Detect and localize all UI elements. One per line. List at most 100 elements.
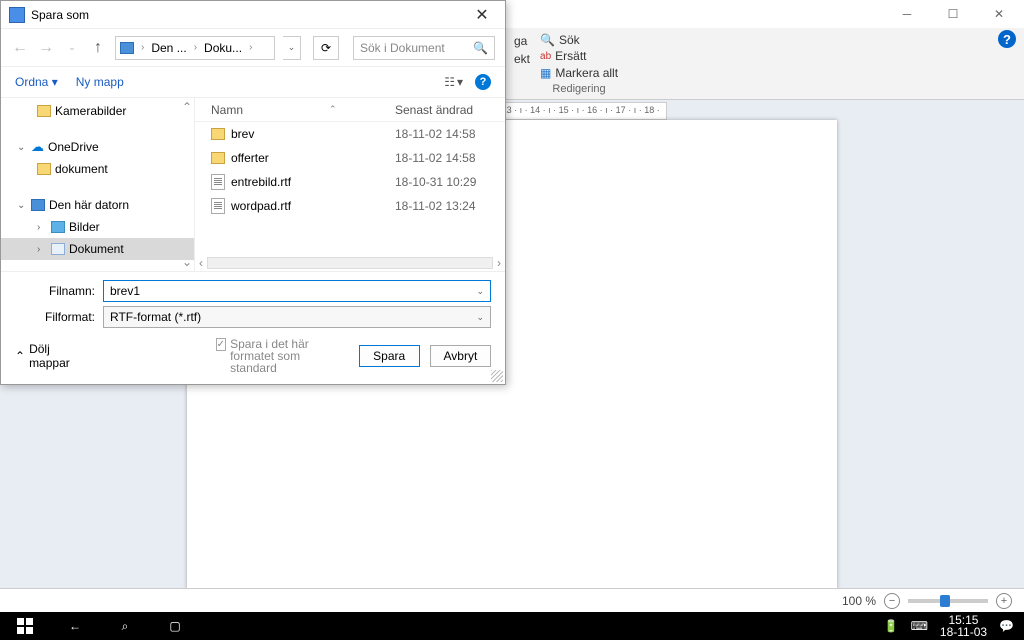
onedrive-icon: ☁	[31, 139, 44, 155]
zoom-in-button[interactable]: +	[996, 593, 1012, 609]
chevron-down-icon[interactable]: ⌄	[476, 312, 484, 323]
save-as-dialog: Spara som ✕ ← → ⌄ ↑ › Den ... › Doku... …	[0, 0, 506, 385]
zoom-out-button[interactable]: −	[884, 593, 900, 609]
cancel-button[interactable]: Avbryt	[430, 345, 491, 367]
select-all-icon: ▦	[540, 66, 551, 80]
search-input[interactable]: Sök i Dokument 🔍	[353, 36, 495, 60]
column-modified[interactable]: Senast ändrad	[395, 103, 505, 117]
taskbar[interactable]: ← ⌕ ▢ 🔋 ⌨ 15:15 18-11-03 💬	[0, 612, 1024, 640]
back-button[interactable]: ←	[50, 612, 100, 640]
ribbon-insert-partial: ga ekt	[514, 32, 530, 95]
horizontal-scrollbar[interactable]: ‹›	[195, 255, 505, 271]
view-icon: ☷	[444, 75, 455, 89]
tree-item-onedrive-dokument[interactable]: dokument	[1, 158, 194, 180]
tree-item-documents[interactable]: ›Dokument	[1, 238, 194, 260]
tree-item-onedrive[interactable]: ⌄☁OneDrive	[1, 136, 194, 158]
documents-icon	[51, 243, 65, 255]
organize-menu[interactable]: Ordna ▾	[15, 75, 58, 89]
keyboard-icon[interactable]: ⌨	[911, 619, 928, 633]
minimize-button[interactable]: ─	[884, 0, 930, 28]
help-icon[interactable]: ?	[998, 30, 1016, 48]
dialog-titlebar: Spara som ✕	[1, 1, 505, 29]
maximize-button[interactable]: ☐	[930, 0, 976, 28]
dialog-nav-bar: ← → ⌄ ↑ › Den ... › Doku... › ⌄ ⟳ Sök i …	[1, 29, 505, 67]
dialog-icon	[9, 7, 25, 23]
pc-icon	[31, 199, 45, 211]
search-placeholder: Sök i Dokument	[360, 41, 445, 55]
search-icon: 🔍	[473, 41, 488, 55]
chevron-down-icon[interactable]: ⌄	[476, 286, 484, 297]
dialog-footer: ⌃Dölj mappar ✓ Spara i det här formatet …	[1, 332, 505, 384]
address-history-dropdown[interactable]: ⌄	[283, 36, 301, 60]
search-icon: 🔍	[540, 33, 555, 47]
pc-icon	[120, 42, 134, 54]
file-row[interactable]: offerter 18-11-02 14:58	[195, 146, 505, 170]
select-all-button[interactable]: ▦Markera allt	[540, 65, 618, 81]
sort-indicator-icon: ⌃	[329, 104, 337, 115]
breadcrumb-seg-2[interactable]: Doku...	[204, 41, 242, 55]
tree-item-kamerabilder[interactable]: Kamerabilder	[1, 100, 194, 122]
folder-icon	[37, 105, 51, 117]
expand-icon[interactable]: ›	[37, 244, 47, 255]
status-bar: 100 % − +	[0, 588, 1024, 612]
new-folder-button[interactable]: Ny mapp	[76, 75, 124, 89]
chevron-right-icon: ›	[138, 42, 147, 53]
search-button[interactable]: ⌕	[100, 612, 150, 640]
dialog-close-button[interactable]: ✕	[467, 5, 497, 25]
default-format-checkbox[interactable]: ✓ Spara i det här formatet som standard	[216, 338, 339, 374]
breadcrumb-seg-1[interactable]: Den ...	[151, 41, 186, 55]
chevron-right-icon: ›	[246, 42, 255, 53]
refresh-icon: ⟳	[321, 41, 331, 55]
dialog-title: Spara som	[31, 8, 89, 22]
refresh-button[interactable]: ⟳	[313, 36, 339, 60]
view-mode-button[interactable]: ☷ ▾	[444, 75, 463, 89]
notifications-button[interactable]: 💬	[999, 619, 1014, 633]
file-row[interactable]: brev 18-11-02 14:58	[195, 122, 505, 146]
tree-item-pictures[interactable]: ›Bilder	[1, 216, 194, 238]
save-button[interactable]: Spara	[359, 345, 420, 367]
ribbon-group-label: Redigering	[540, 83, 618, 95]
taskbar-clock[interactable]: 15:15 18-11-03	[940, 614, 987, 638]
battery-icon[interactable]: 🔋	[884, 619, 899, 633]
find-button[interactable]: 🔍Sök	[540, 32, 618, 48]
file-list: Namn⌃ Senast ändrad brev 18-11-02 14:58 …	[195, 98, 505, 271]
expand-icon[interactable]: ›	[37, 222, 47, 233]
file-row[interactable]: wordpad.rtf 18-11-02 13:24	[195, 194, 505, 218]
hide-folders-button[interactable]: ⌃Dölj mappar	[15, 342, 86, 370]
help-button[interactable]: ?	[475, 74, 491, 90]
collapse-icon[interactable]: ⌄	[17, 142, 27, 153]
start-button[interactable]	[0, 612, 50, 640]
chevron-right-icon: ›	[191, 42, 200, 53]
replace-button[interactable]: abErsätt	[540, 48, 618, 64]
dialog-toolbar: Ordna ▾ Ny mapp ☷ ▾ ?	[1, 67, 505, 97]
nav-up-button[interactable]: ↑	[89, 39, 107, 57]
chevron-up-icon: ⌃	[15, 349, 25, 363]
file-list-header[interactable]: Namn ⌃ Senast ändrad	[195, 98, 505, 122]
nav-recent-dropdown[interactable]: ⌄	[63, 42, 81, 53]
folder-icon	[211, 128, 225, 140]
zoom-label: 100 %	[842, 594, 876, 608]
task-view-button[interactable]: ▢	[150, 612, 200, 640]
nav-back-button[interactable]: ←	[11, 39, 29, 57]
dialog-fields: Filnamn: brev1⌄ Filformat: RTF-format (*…	[1, 272, 505, 332]
rtf-file-icon	[211, 198, 225, 214]
file-row[interactable]: entrebild.rtf 18-10-31 10:29	[195, 170, 505, 194]
folder-tree[interactable]: Kamerabilder ⌄☁OneDrive dokument ⌄Den hä…	[1, 98, 195, 271]
filename-label: Filnamn:	[15, 284, 95, 298]
tree-item-this-pc[interactable]: ⌄Den här datorn	[1, 194, 194, 216]
resize-grip[interactable]	[491, 370, 503, 382]
zoom-slider[interactable]	[908, 599, 988, 603]
checkbox-icon: ✓	[216, 338, 226, 351]
filename-input[interactable]: brev1⌄	[103, 280, 491, 302]
dialog-body: Kamerabilder ⌄☁OneDrive dokument ⌄Den hä…	[1, 97, 505, 272]
address-bar[interactable]: › Den ... › Doku... ›	[115, 36, 275, 60]
filetype-label: Filformat:	[15, 310, 95, 324]
collapse-icon[interactable]: ⌄	[17, 200, 27, 211]
folder-icon	[211, 152, 225, 164]
filetype-select[interactable]: RTF-format (*.rtf)⌄	[103, 306, 491, 328]
folder-icon	[37, 163, 51, 175]
column-name[interactable]: Namn	[211, 103, 243, 117]
pictures-icon	[51, 221, 65, 233]
nav-forward-button[interactable]: →	[37, 39, 55, 57]
close-button[interactable]: ✕	[976, 0, 1022, 28]
